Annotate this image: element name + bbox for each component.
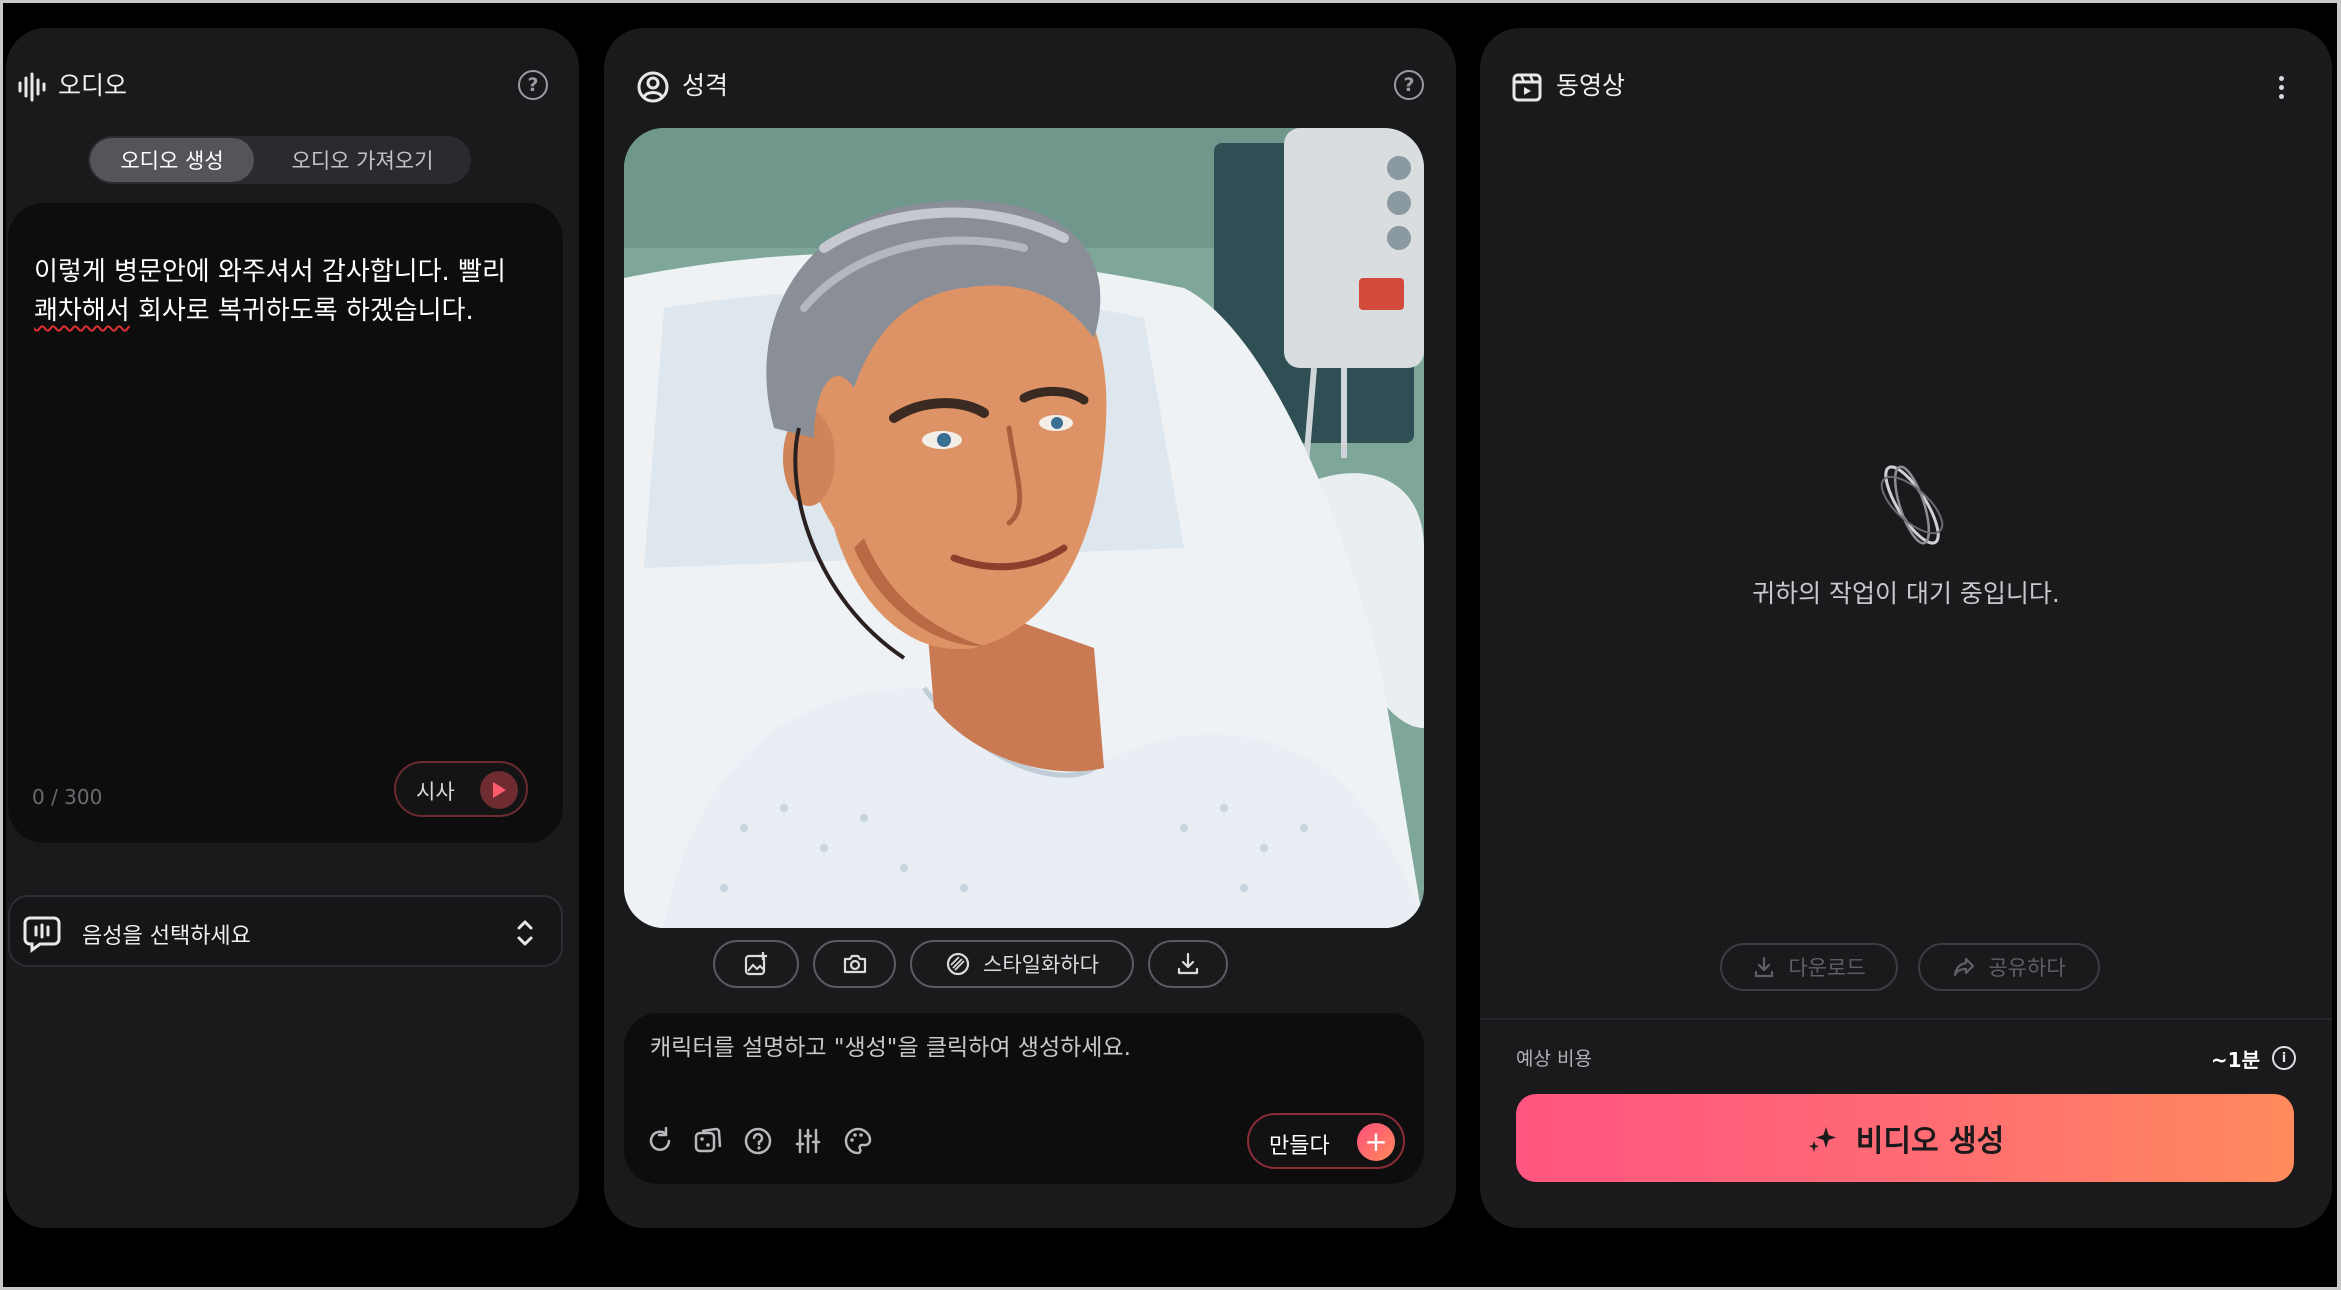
loading-spinner-icon (1880, 465, 1944, 545)
spellcheck-flag: 쾌차해서 (34, 296, 130, 326)
preview-label: 시사 (416, 780, 455, 804)
audio-mode-toggle: 오디오 생성 오디오 가져오기 (88, 136, 471, 184)
tab-audio-import[interactable]: 오디오 가져오기 (254, 138, 471, 182)
queue-status-text: 귀하의 작업이 대기 중입니다. (1752, 579, 2060, 608)
share-icon (1954, 957, 1975, 977)
sliders-icon[interactable] (792, 1125, 824, 1157)
camera-icon (843, 954, 866, 974)
estimated-cost-label: 예상 비용 (1516, 1048, 1592, 1070)
download-video-button[interactable]: 다운로드 (1720, 943, 1898, 991)
play-icon (480, 771, 518, 809)
script-text: 이렇게 병문안에 와주셔서 감사합니다. 빨리 쾌차해서 회사로 복귀하도록 하… (34, 253, 534, 331)
share-video-button[interactable]: 공유하다 (1918, 943, 2100, 991)
camera-button[interactable] (813, 940, 896, 988)
make-character-button[interactable]: 만들다 + (1247, 1113, 1405, 1169)
voice-select-label: 음성을 선택하세요 (82, 924, 251, 949)
generate-video-button[interactable]: 비디오 생성 (1516, 1094, 2294, 1182)
divider (1480, 1018, 2332, 1020)
tab-audio-generate[interactable]: 오디오 생성 (90, 138, 254, 182)
video-panel-title: 동영상 (1556, 71, 1626, 100)
preview-button[interactable]: 시사 (394, 761, 528, 817)
speech-bubble-icon (23, 916, 61, 953)
question-circle-icon[interactable] (742, 1125, 774, 1157)
more-options-icon[interactable] (2276, 72, 2286, 102)
download-portrait-button[interactable] (1148, 940, 1228, 988)
portrait-toolbar: 스타일화하다 (604, 940, 1456, 990)
script-text-line1: 이렇게 병문안에 와주셔서 감사합니다. 빨리 (34, 257, 506, 287)
character-prompt-input[interactable]: 캐릭터를 설명하고 "생성"을 클릭하여 생성하세요. 만들다 + (624, 1013, 1424, 1184)
refresh-icon[interactable] (644, 1125, 676, 1157)
character-panel-title: 성격 (682, 71, 729, 100)
share-label: 공유하다 (1988, 956, 2066, 980)
add-image-icon (744, 952, 767, 976)
sparkle-icon (1808, 1127, 1836, 1152)
voice-select[interactable]: 음성을 선택하세요 (8, 895, 563, 967)
estimated-cost-value: ~1분 (2210, 1048, 2260, 1072)
script-textarea[interactable]: 이렇게 병문안에 와주셔서 감사합니다. 빨리 쾌차해서 회사로 복귀하도록 하… (8, 203, 563, 843)
stylize-label: 스타일화하다 (983, 953, 1099, 977)
download-label: 다운로드 (1788, 956, 1866, 980)
download-icon (1177, 952, 1199, 975)
make-label: 만들다 (1269, 1134, 1330, 1159)
generate-video-label: 비디오 생성 (1855, 1124, 2005, 1159)
prompt-placeholder: 캐릭터를 설명하고 "생성"을 클릭하여 생성하세요. (650, 1035, 1131, 1061)
character-portrait (624, 128, 1424, 928)
random-dice-icon[interactable] (692, 1125, 724, 1157)
help-icon[interactable]: ? (518, 70, 548, 100)
stylize-icon (946, 952, 970, 976)
video-panel: 동영상 귀하의 작업이 대기 중입니다. 다운로드 공유하다 예상 비용 ~1분… (1480, 28, 2332, 1228)
user-circle-icon (637, 71, 669, 103)
info-icon[interactable]: i (2272, 1046, 2296, 1070)
help-icon[interactable]: ? (1394, 70, 1424, 100)
add-image-button[interactable] (713, 940, 799, 988)
video-panel-header: 동영상 (1480, 62, 2332, 112)
waveform-icon (18, 72, 46, 102)
plus-icon: + (1357, 1123, 1395, 1161)
audio-panel: 오디오 ? 오디오 생성 오디오 가져오기 이렇게 병문안에 와주셔서 감사합니… (6, 28, 579, 1228)
audio-panel-header: 오디오 ? (6, 62, 579, 112)
character-panel-header: 성격 ? (604, 62, 1456, 112)
palette-icon[interactable] (842, 1125, 874, 1157)
character-panel: 성격 ? 스타일화하다 캐릭터를 설명하고 "생성"을 클릭하여 생성하세요. … (604, 28, 1456, 1228)
download-icon (1755, 956, 1774, 978)
chevron-updown-icon (517, 920, 533, 946)
script-text-line2: 회사로 복귀하도록 하겠습니다. (129, 296, 474, 326)
char-counter: 0 / 300 (32, 785, 103, 809)
stylize-button[interactable]: 스타일화하다 (910, 940, 1134, 988)
video-clapper-icon (1512, 73, 1542, 102)
audio-panel-title: 오디오 (58, 71, 128, 100)
